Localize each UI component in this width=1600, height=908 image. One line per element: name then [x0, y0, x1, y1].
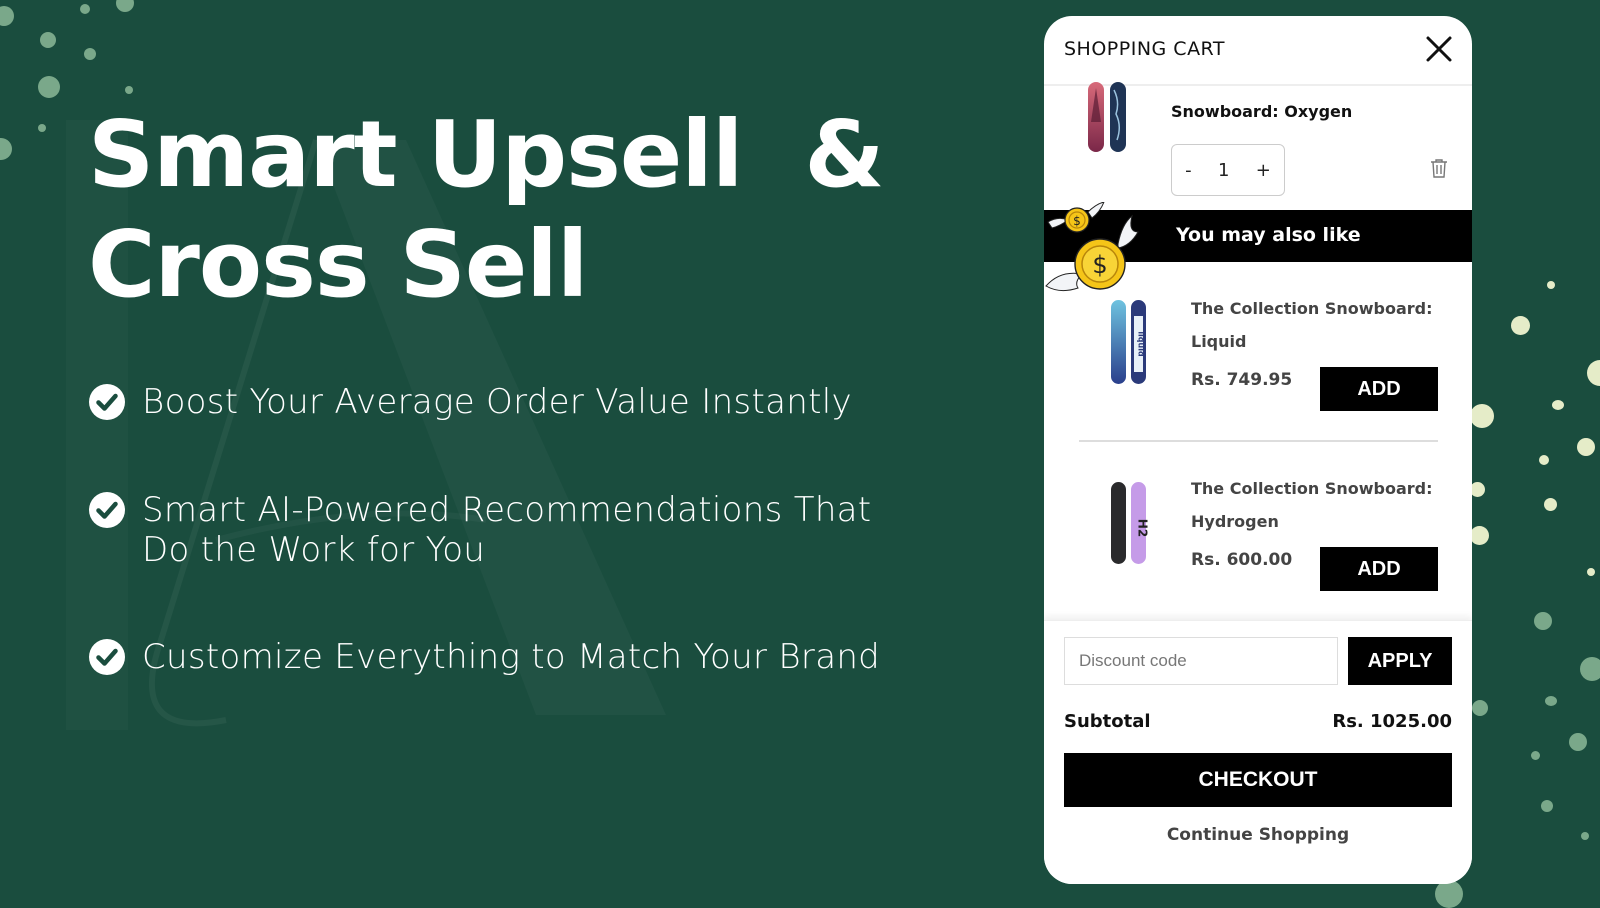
cart-header: SHOPPING CART	[1044, 16, 1472, 86]
recommendation-price: Rs. 749.95	[1191, 370, 1293, 390]
cart-footer: APPLY Subtotal Rs. 1025.00 CHECKOUT Cont…	[1044, 620, 1472, 884]
recommendation-name[interactable]: The Collection Snowboard: Hydrogen	[1191, 472, 1441, 538]
hero-title: Smart Upsell & Cross Sell	[88, 100, 968, 320]
add-to-cart-button[interactable]: ADD	[1320, 367, 1438, 411]
cart-title: SHOPPING CART	[1064, 38, 1225, 60]
svg-text:liquid: liquid	[1137, 331, 1146, 357]
upsell-heading-bar: $ $ You may also like	[1044, 202, 1472, 292]
close-icon[interactable]	[1424, 34, 1454, 64]
svg-text:$: $	[1073, 214, 1081, 228]
feature-text-line: Boost Your Average Order Value Instantly	[142, 382, 852, 422]
discount-code-input[interactable]	[1064, 637, 1338, 685]
hero-title-line1: Smart Upsell &	[88, 101, 885, 208]
svg-text:$: $	[1092, 251, 1107, 279]
check-circle-icon	[89, 384, 125, 420]
snowboard-liquid-image: liquid	[1111, 300, 1146, 384]
quantity-stepper[interactable]: - 1 +	[1171, 144, 1285, 196]
check-circle-icon	[89, 639, 125, 675]
recommendation-item: H2 The Collection Snowboard: Hydrogen Rs…	[1044, 442, 1472, 622]
add-to-cart-button[interactable]: ADD	[1320, 547, 1438, 591]
line-item-name: Snowboard: Oxygen	[1171, 102, 1353, 121]
feature-text: Smart AI-Powered Recommendations That Do…	[142, 490, 871, 570]
check-circle-icon	[89, 492, 125, 528]
quantity-value[interactable]: 1	[1218, 160, 1229, 181]
recommendation-name[interactable]: The Collection Snowboard: Liquid	[1191, 292, 1441, 358]
feature-item: Smart AI-Powered Recommendations That Do…	[88, 490, 928, 570]
snowboard-hydrogen-image: H2	[1111, 482, 1150, 564]
feature-text: Customize Everything to Match Your Brand	[142, 637, 880, 677]
subtotal-label: Subtotal	[1064, 711, 1151, 732]
upsell-heading: You may also like	[1176, 224, 1361, 246]
recommendation-price: Rs. 600.00	[1191, 550, 1293, 570]
shopping-cart-panel: SHOPPING CART Snowboard: Oxygen - 1 + $ …	[1044, 16, 1472, 884]
snowboard-oxygen-image	[1088, 82, 1126, 152]
feature-text-line: Customize Everything to Match Your Brand	[142, 637, 881, 677]
checkout-button[interactable]: CHECKOUT	[1064, 753, 1452, 807]
feature-text-line: Smart AI-Powered Recommendations That	[142, 490, 872, 530]
feature-text: Boost Your Average Order Value Instantly	[142, 382, 852, 422]
feature-text-line: Do the Work for You	[142, 530, 486, 570]
cart-line-item: Snowboard: Oxygen - 1 +	[1044, 82, 1472, 210]
svg-text:H2: H2	[1136, 519, 1150, 537]
continue-shopping-link[interactable]: Continue Shopping	[1044, 825, 1472, 845]
subtotal-value: Rs. 1025.00	[1332, 711, 1452, 732]
feature-item: Boost Your Average Order Value Instantly	[88, 382, 928, 422]
increase-quantity-button[interactable]: +	[1256, 160, 1271, 181]
flying-coins-icon: $ $	[1045, 202, 1139, 292]
decrease-quantity-button[interactable]: -	[1185, 160, 1192, 181]
trash-icon[interactable]	[1430, 158, 1448, 178]
apply-discount-button[interactable]: APPLY	[1348, 637, 1452, 685]
hero-section: Smart Upsell & Cross Sell	[88, 100, 968, 320]
hero-title-line2: Cross Sell	[88, 211, 588, 318]
feature-item: Customize Everything to Match Your Brand	[88, 637, 928, 677]
